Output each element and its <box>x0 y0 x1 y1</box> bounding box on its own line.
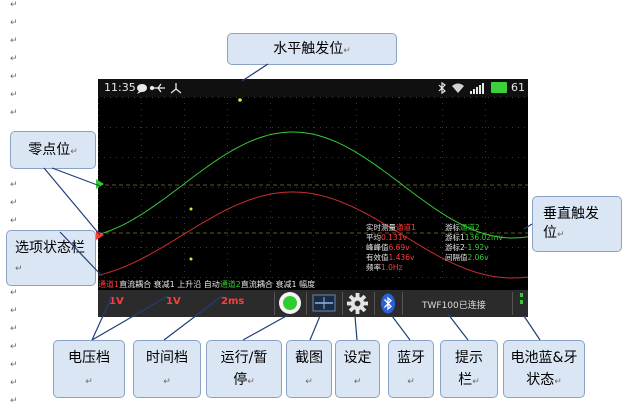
bluetooth-status-icon <box>438 82 446 94</box>
paragraph-mark: ↵ <box>10 378 18 388</box>
callout-vertical-trigger: 垂直触发位↵ <box>532 196 622 252</box>
paragraph-mark: ↵ <box>10 288 18 298</box>
callout-run-pause: 运行/暂停↵ <box>206 340 282 398</box>
battery-icon <box>491 82 507 93</box>
paragraph-mark: ↵ <box>10 18 18 28</box>
measure-title: 实时测量通道1 <box>366 223 416 233</box>
option-ch2[interactable]: 通道2 <box>220 280 241 289</box>
callout-screenshot: 截图↵ <box>286 340 332 398</box>
status-bar: 11:35 61 <box>98 79 528 97</box>
wifi-icon <box>452 83 464 93</box>
measure-title-label: 实时测量 <box>366 223 396 232</box>
status-time: 11:35 <box>104 81 136 94</box>
measure-right-column: 游标通道2 游标1136.02mv 游标2-1.92v 间隔值2.06v <box>445 223 503 263</box>
oscilloscope-screenshot: 11:35 61 实时测量通道1 平均0.131v 峰峰值6.69v 有效值1.… <box>97 79 529 317</box>
waveform-display[interactable]: 实时测量通道1 平均0.131v 峰峰值6.69v 有效值1.436v 频率1.… <box>97 97 529 279</box>
callout-hint-bar: 提示栏↵ <box>440 340 498 398</box>
measure-row: 游标2-1.92v <box>445 243 489 252</box>
measure-title-channel: 通道1 <box>396 223 416 232</box>
paragraph-mark: ↵ <box>10 342 18 352</box>
voltage-ch1-button[interactable]: 1V <box>109 296 124 307</box>
paragraph-mark: ↵ <box>10 54 18 64</box>
run-indicator-icon <box>283 296 297 310</box>
measure-row: 平均0.131v <box>366 233 407 242</box>
paragraph-mark: ↵ <box>10 72 18 82</box>
chat-icon <box>137 84 147 92</box>
measure-row: 游标通道2 <box>445 223 480 232</box>
option-ch1[interactable]: 通道1 <box>98 280 119 289</box>
callout-voltage: 电压档↵ <box>53 340 125 398</box>
paragraph-mark: ↵ <box>10 36 18 46</box>
horizontal-trigger-marker <box>238 98 242 102</box>
run-pause-button[interactable] <box>278 291 302 315</box>
callout-label: 设定 <box>343 350 372 366</box>
bluetooth-status-indicator <box>520 300 523 304</box>
paragraph-mark: ↵ <box>10 108 18 118</box>
option-status-bar[interactable]: 通道1直流耦合 衰减1 上升沿 自动通道2直流耦合 衰减1 幅度 <box>98 279 528 290</box>
control-bar: 1V 1V 2ms TWF100已连接 <box>98 290 528 317</box>
usb-icon <box>149 83 165 93</box>
measure-row: 峰峰值6.69v <box>366 243 410 252</box>
ch1-zero-marker <box>96 230 104 240</box>
bluetooth-button[interactable] <box>381 293 395 314</box>
callout-time: 时间档↵ <box>133 340 201 398</box>
paragraph-mark: ↵ <box>10 90 18 100</box>
notification-icons <box>137 83 182 94</box>
paragraph-mark: ↵ <box>10 324 18 334</box>
callout-option-status-bar: 选项状态栏↵ <box>6 230 96 286</box>
cursor2-marker <box>189 257 193 261</box>
measure-row: 间隔值2.06v <box>445 253 489 262</box>
screenshot-button[interactable] <box>312 294 336 312</box>
callout-label: 零点位 <box>28 142 71 158</box>
callout-settings: 设定↵ <box>335 340 380 398</box>
measure-row: 频率1.0Hz <box>366 263 403 272</box>
callout-label: 电压档 <box>68 350 110 366</box>
paragraph-mark: ↵ <box>10 180 18 190</box>
callout-zero-point: 零点位↵ <box>10 131 96 169</box>
callout-label: 蓝牙 <box>397 350 425 366</box>
callout-bluetooth: 蓝牙↵ <box>388 340 434 398</box>
settings-button[interactable] <box>346 292 369 315</box>
option-ch2-settings[interactable]: 直流耦合 衰减1 幅度 <box>241 280 315 289</box>
level-markers <box>96 179 104 240</box>
option-ch1-settings[interactable]: 直流耦合 衰减1 上升沿 自动 <box>119 280 220 289</box>
callout-label: 时间档 <box>146 350 188 366</box>
callout-label: 运行/暂停 <box>220 350 268 388</box>
paragraph-mark: ↵ <box>10 198 18 208</box>
callout-horizontal-trigger: 水平触发位↵ <box>227 33 397 65</box>
callout-label: 电池蓝&牙状态 <box>510 350 578 388</box>
measure-row: 有效值1.436v <box>366 253 415 262</box>
system-icons <box>438 82 484 94</box>
paragraph-mark: ↵ <box>10 306 18 316</box>
battery-level-icon <box>520 293 523 297</box>
paragraph-mark: ↵ <box>10 0 18 10</box>
callout-battery-bluetooth: 电池蓝&牙状态↵ <box>503 340 585 398</box>
callout-label: 选项状态栏 <box>15 240 85 256</box>
callout-label: 垂直触发位 <box>543 206 599 241</box>
paragraph-mark: ↵ <box>10 396 18 406</box>
callout-label: 水平触发位 <box>273 41 344 57</box>
timebase-button[interactable]: 2ms <box>221 296 244 307</box>
paragraph-mark: ↵ <box>10 216 18 226</box>
usb-debug-icon <box>170 83 182 94</box>
callout-label: 截图 <box>295 350 323 366</box>
measure-row: 游标1136.02mv <box>445 233 503 242</box>
battery-percent: 61 <box>511 81 525 94</box>
cursor1-marker <box>189 207 193 211</box>
paragraph-mark: ↵ <box>10 360 18 370</box>
signal-icon <box>470 83 484 94</box>
measure-left-column: 平均0.131v 峰峰值6.69v 有效值1.436v 频率1.0Hz <box>366 233 414 273</box>
hint-text: TWF100已连接 <box>422 301 486 311</box>
ch2-zero-marker <box>96 179 104 189</box>
voltage-ch2-button[interactable]: 1V <box>166 296 181 307</box>
